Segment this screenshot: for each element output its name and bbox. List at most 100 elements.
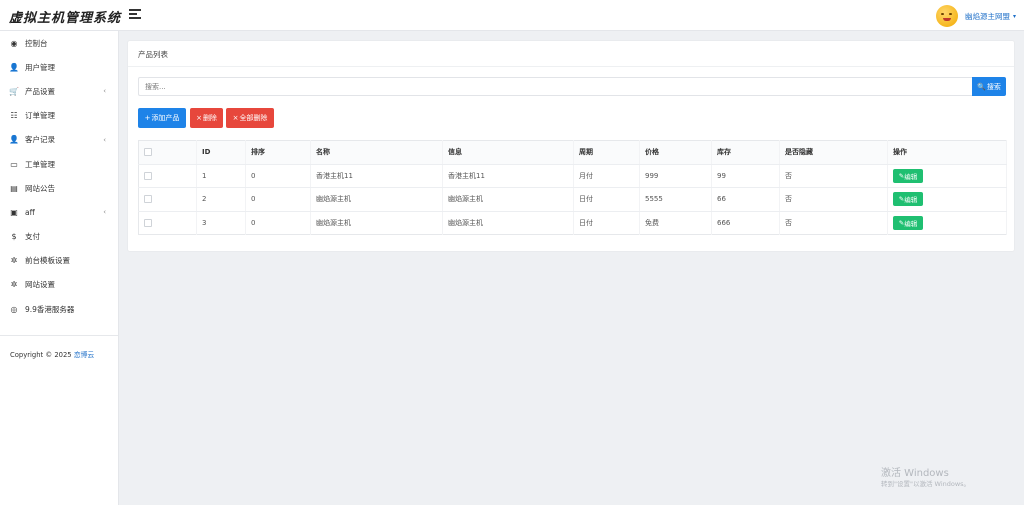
sidebar-item-label: 用户管理 [25, 62, 55, 72]
edit-label: 编辑 [904, 196, 918, 205]
close-icon: × [196, 114, 202, 122]
table-cell: 幽焰源主机 [310, 187, 443, 212]
add-product-button[interactable]: + 添加产品 [138, 108, 186, 128]
sidebar-nav: ◉ 控制台 👤 用户管理 🛒 产品设置 ‹ ☷ 订单管理 👤 客户记录 ‹ ▭ 工单管理 ▤ 网站公告 ▣ aff… [0, 31, 118, 321]
sidebar-item-label: 控制台 [25, 38, 48, 48]
chevron-down-icon[interactable]: ▾ [1013, 13, 1016, 20]
table-cell: 否 [779, 164, 888, 188]
sidebar: ◉ 控制台 👤 用户管理 🛒 产品设置 ‹ ☷ 订单管理 👤 客户记录 ‹ ▭ 工单管理 ▤ 网站公告 ▣ aff… [0, 31, 119, 505]
table-cell: 幽焰源主机 [442, 211, 574, 235]
edit-button[interactable]: ✎ 编辑 [893, 192, 923, 207]
windows-activation-hint: 转到"设置"以激活 Windows。 [881, 480, 971, 488]
server-icon: ◎ [10, 304, 18, 314]
delete-label: 删除 [202, 114, 217, 122]
row-select-cell [138, 164, 197, 188]
ticket-icon: ▭ [10, 159, 18, 169]
column-header: 价格 [639, 140, 712, 165]
sidebar-item-label: 网站公告 [25, 183, 55, 193]
search-button[interactable]: 🔍 搜索 [972, 77, 1006, 96]
product-table: ID 排序 名称 信息 周期 价格 库存 是否隐藏 操作 1 0 香港主机11 香港主机11 月付 999… [138, 140, 1007, 235]
row-checkbox[interactable] [144, 195, 152, 204]
row-checkbox[interactable] [144, 171, 152, 180]
table-cell: 5555 [639, 187, 712, 212]
table-cell: 幽焰源主机 [442, 187, 574, 212]
dollar-icon: $ [11, 232, 17, 242]
column-header: 库存 [711, 140, 780, 165]
select-all-cell [138, 140, 197, 165]
app-logo-title: 虚拟主机管理系统 [9, 11, 122, 26]
table-row: 2 0 幽焰源主机 幽焰源主机 日付 5555 66 否 ✎ 编辑 [138, 187, 1007, 212]
settings-icon: ✲ [10, 280, 18, 290]
table-cell: 香港主机11 [442, 164, 574, 188]
sidebar-item-4[interactable]: 👤 客户记录 ‹ [0, 128, 118, 152]
sidebar-item-label: 支付 [25, 232, 40, 242]
sidebar-item-2[interactable]: 🛒 产品设置 ‹ [0, 79, 118, 103]
sidebar-item-label: 客户记录 [25, 135, 55, 145]
top-bar: 虚拟主机管理系统 幽焰源主网盟 ▾ [0, 0, 1024, 31]
row-actions-cell: ✎ 编辑 [887, 187, 1007, 212]
user-menu[interactable]: 幽焰源主网盟 ▾ [935, 4, 1016, 28]
table-cell: 2 [196, 187, 246, 212]
gear-icon: ✲ [10, 256, 18, 266]
edit-button[interactable]: ✎ 编辑 [893, 215, 923, 230]
row-checkbox[interactable] [144, 218, 152, 227]
sidebar-item-1[interactable]: 👤 用户管理 [0, 55, 118, 79]
copyright: Copyright © 2025 恋博云 [10, 349, 94, 359]
select-all-checkbox[interactable] [144, 148, 152, 157]
table-cell: 免费 [639, 211, 712, 235]
search-button-label: 搜索 [986, 82, 1001, 91]
avatar[interactable] [935, 5, 958, 27]
sidebar-item-label: 前台模板设置 [25, 256, 70, 266]
column-header: ID [196, 140, 246, 165]
add-product-label: 添加产品 [151, 114, 180, 122]
column-header: 操作 [887, 140, 1007, 165]
announcement-icon: ▤ [10, 183, 18, 193]
sidebar-item-11[interactable]: ◎ 9.9香港服务器 [0, 297, 118, 321]
card-divider [128, 66, 1014, 67]
sidebar-item-0[interactable]: ◉ 控制台 [0, 31, 118, 55]
table-row: 3 0 幽焰源主机 幽焰源主机 日付 免费 666 否 ✎ 编辑 [138, 211, 1007, 235]
search-input[interactable] [138, 77, 973, 96]
table-header-row: ID 排序 名称 信息 周期 价格 库存 是否隐藏 操作 [138, 140, 1007, 165]
dashboard-icon: ◉ [10, 38, 18, 48]
table-cell: 99 [711, 164, 780, 188]
chevron-left-icon: ‹ [103, 87, 106, 96]
row-select-cell [138, 187, 197, 212]
user-name[interactable]: 幽焰源主网盟 [965, 11, 1010, 22]
cart-icon: 🛒 [9, 86, 19, 96]
table-cell: 3 [196, 211, 246, 235]
plus-icon: + [144, 114, 151, 122]
table-row: 1 0 香港主机11 香港主机11 月付 999 99 否 ✎ 编辑 [138, 164, 1007, 188]
user-icon: 👤 [9, 62, 19, 72]
search-icon: 🔍 [977, 82, 986, 91]
menu-toggle-icon[interactable] [129, 9, 141, 21]
edit-button[interactable]: ✎ 编辑 [893, 168, 923, 183]
row-actions-cell: ✎ 编辑 [887, 164, 1007, 188]
sidebar-item-6[interactable]: ▤ 网站公告 [0, 176, 118, 200]
sidebar-item-label: 网站设置 [25, 280, 55, 290]
table-cell: 0 [245, 164, 311, 188]
delete-button[interactable]: × 删除 [190, 108, 223, 128]
table-cell: 香港主机11 [310, 164, 443, 188]
chevron-left-icon: ‹ [103, 208, 106, 217]
table-cell: 幽焰源主机 [310, 211, 443, 235]
sidebar-item-3[interactable]: ☷ 订单管理 [0, 104, 118, 128]
customer-icon: 👤 [9, 135, 19, 145]
table-cell: 否 [779, 187, 888, 212]
sidebar-item-label: 工单管理 [25, 159, 55, 169]
copyright-link[interactable]: 恋博云 [74, 351, 94, 359]
sidebar-item-5[interactable]: ▭ 工单管理 [0, 152, 118, 176]
edit-label: 编辑 [904, 219, 918, 228]
table-cell: 日付 [573, 211, 640, 235]
sidebar-item-10[interactable]: ✲ 网站设置 [0, 273, 118, 297]
column-header: 是否隐藏 [779, 140, 888, 165]
list-icon: ☷ [10, 111, 18, 121]
sidebar-item-9[interactable]: ✲ 前台模板设置 [0, 249, 118, 273]
product-list-card: 产品列表 🔍 搜索 + 添加产品 × 删除 × 全部删除 ID排序名称信息周期价… [127, 40, 1015, 252]
sidebar-divider [0, 335, 118, 336]
sidebar-item-8[interactable]: $ 支付 [0, 225, 118, 249]
column-header: 周期 [573, 140, 640, 165]
sidebar-item-7[interactable]: ▣ aff ‹ [0, 200, 118, 224]
column-header: 名称 [310, 140, 443, 165]
delete-all-button[interactable]: × 全部删除 [226, 108, 274, 128]
